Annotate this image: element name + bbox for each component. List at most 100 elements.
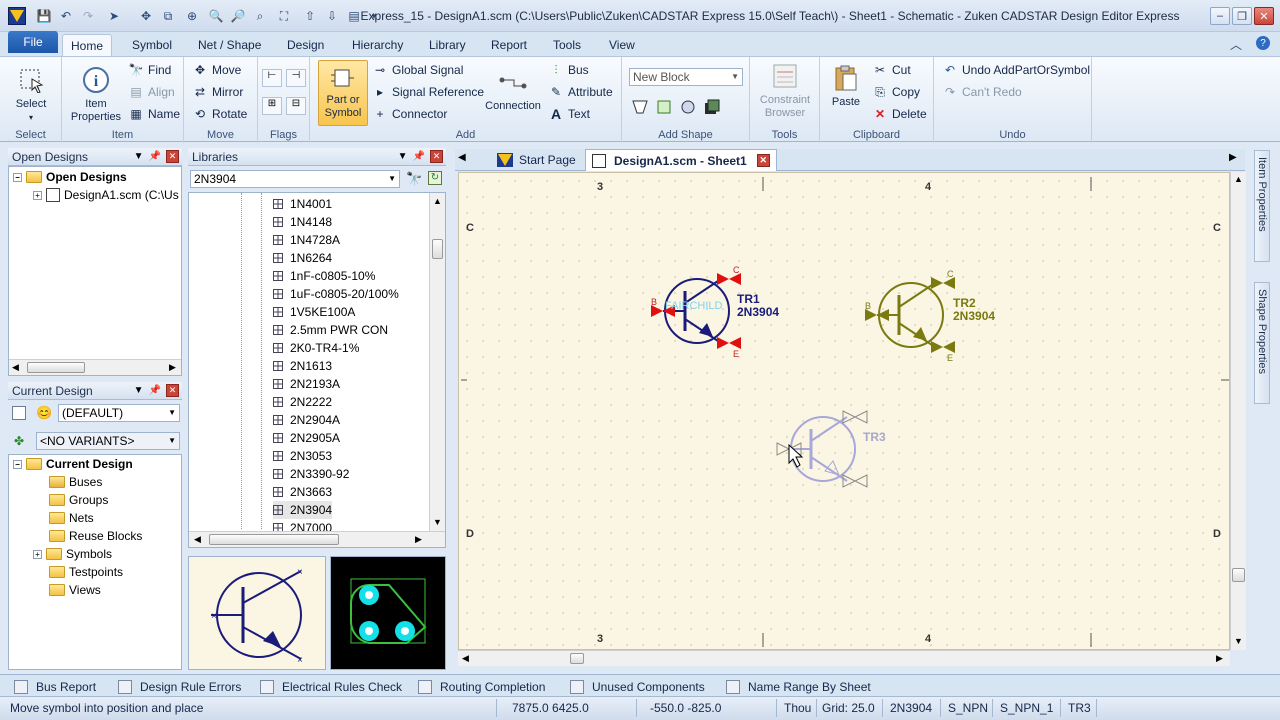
design-item[interactable]: + DesignA1.scm (C:\Us <box>33 186 179 204</box>
schematic-canvas[interactable]: 3 4 3 4 C C D D FAIRCHILD B C E TR1 2N39… <box>458 172 1230 650</box>
tree-item-groups[interactable]: Groups <box>49 491 108 509</box>
zoom-fit-icon[interactable]: ⛶ <box>276 8 292 24</box>
scroll-down-icon[interactable]: ▼ <box>1234 636 1243 646</box>
library-item[interactable]: 2N2904A <box>273 411 340 429</box>
zoom-in-icon[interactable]: 🔍 <box>208 8 224 24</box>
library-hscroll[interactable]: ◀ ▶ <box>189 531 445 547</box>
restore-button[interactable]: ❐ <box>1232 7 1252 25</box>
polygon-shape-icon[interactable] <box>630 97 650 117</box>
scroll-thumb[interactable] <box>432 239 443 259</box>
library-item[interactable]: 1N4001 <box>273 195 332 213</box>
smiley-icon[interactable]: 😊 <box>36 405 52 421</box>
panel-menu-icon[interactable]: ▼ <box>134 385 144 396</box>
library-vscroll[interactable]: ▲ ▼ <box>429 193 445 531</box>
undo-icon[interactable]: ↶ <box>58 8 74 24</box>
tab-start-page[interactable]: Start Page <box>491 149 582 171</box>
tab-name-range-by-sheet[interactable]: Name Range By Sheet <box>726 678 871 696</box>
tab-net-shape[interactable]: Net / Shape <box>190 34 269 56</box>
library-item[interactable]: 1uF-c0805-20/100% <box>273 285 399 303</box>
transistor-tr2[interactable]: B C E TR2 2N3904 <box>865 269 995 363</box>
tab-report[interactable]: Report <box>483 34 535 56</box>
tab-bus-report[interactable]: Bus Report <box>14 678 96 696</box>
scroll-up-icon[interactable]: ▲ <box>433 196 442 206</box>
expand-icon[interactable]: + <box>33 549 42 559</box>
move-button[interactable]: ✥ Move <box>192 61 241 79</box>
refresh-icon[interactable]: ↻ <box>428 171 442 185</box>
library-item[interactable]: 2K0-TR4-1% <box>273 339 359 357</box>
scroll-thumb[interactable] <box>1232 568 1245 582</box>
minimize-button[interactable]: – <box>1210 7 1230 25</box>
scroll-up-icon[interactable]: ▲ <box>1234 174 1243 184</box>
find-button[interactable]: 🔭 Find <box>128 61 172 79</box>
scroll-right-icon[interactable]: ▶ <box>415 534 422 545</box>
tree-item-nets[interactable]: Nets <box>49 509 94 527</box>
library-item[interactable]: 1N4148 <box>273 213 332 231</box>
collapse-ribbon-icon[interactable]: ︿ <box>1230 36 1242 53</box>
rectangle-shape-icon[interactable] <box>654 97 674 117</box>
global-signal-button[interactable]: ⊸ Global Signal <box>372 61 463 79</box>
file-tab[interactable]: File <box>8 31 58 53</box>
transistor-tr1[interactable]: FAIRCHILD B C E TR1 2N3904 <box>651 265 779 359</box>
tab-home[interactable]: Home <box>62 34 113 56</box>
text-button[interactable]: A Text <box>548 105 590 123</box>
tab-symbol[interactable]: Symbol <box>124 34 180 56</box>
close-tab-icon[interactable]: ✕ <box>756 154 770 167</box>
tab-scroll-left-icon[interactable]: ◀ <box>458 152 466 163</box>
panel-close-icon[interactable]: ✕ <box>166 150 179 163</box>
panel-menu-icon[interactable]: ▼ <box>398 151 408 162</box>
block-shape-icon[interactable] <box>702 97 722 117</box>
canvas-hscroll[interactable]: ◀ ▶ <box>458 650 1230 666</box>
scroll-left-icon[interactable]: ◀ <box>194 534 201 545</box>
tree-item-buses[interactable]: Buses <box>49 473 102 491</box>
rotate-button[interactable]: ⟲ Rotate <box>192 105 247 123</box>
panel-menu-icon[interactable]: ▼ <box>134 151 144 162</box>
pin-icon[interactable]: 📌 <box>413 151 425 162</box>
connection-button[interactable]: Connection <box>480 67 546 113</box>
variant-none-combo[interactable]: <NO VARIANTS> ▼ <box>36 432 180 450</box>
panel-close-icon[interactable]: ✕ <box>166 384 179 397</box>
connector-button[interactable]: + Connector <box>372 105 447 123</box>
panel-close-icon[interactable]: ✕ <box>430 150 443 163</box>
tab-sheet[interactable]: DesignA1.scm - Sheet1 ✕ <box>585 149 777 171</box>
tree-item-testpoints[interactable]: Testpoints <box>49 563 123 581</box>
scroll-left-icon[interactable]: ◀ <box>12 362 19 373</box>
signal-reference-button[interactable]: ▸ Signal Reference <box>372 83 484 101</box>
move-icon[interactable]: ✥ <box>138 8 154 24</box>
mirror-button[interactable]: ⇄ Mirror <box>192 83 243 101</box>
library-item[interactable]: 2N3053 <box>273 447 332 465</box>
select-button[interactable]: Select ▾ <box>8 65 54 124</box>
tab-routing-completion[interactable]: Routing Completion <box>418 678 545 696</box>
bus-button[interactable]: ⫶ Bus <box>548 61 588 79</box>
collapse-icon[interactable]: − <box>13 459 22 469</box>
zoom-out-icon[interactable]: 🔎 <box>230 8 246 24</box>
tab-design-rule-errors[interactable]: Design Rule Errors <box>118 678 241 696</box>
tab-scroll-right-icon[interactable]: ▶ <box>1229 152 1237 163</box>
attribute-button[interactable]: ✎ Attribute <box>548 83 613 101</box>
open-designs-root[interactable]: − Open Designs <box>13 168 127 186</box>
open-designs-hscroll[interactable]: ◀ ▶ <box>9 359 181 375</box>
variants-icon[interactable]: ✤ <box>14 434 24 448</box>
redo-button[interactable]: ↷ Can't Redo <box>942 83 1022 101</box>
library-item[interactable]: 1V5KE100A <box>273 303 355 321</box>
save-icon[interactable]: 💾 <box>36 8 52 24</box>
up-arrow-icon[interactable]: ⇧ <box>302 8 318 24</box>
library-item[interactable]: 2N2905A <box>273 429 340 447</box>
variant-default-combo[interactable]: (DEFAULT) ▼ <box>58 404 180 422</box>
mirror-icon[interactable]: ⧉ <box>160 8 176 24</box>
scroll-thumb[interactable] <box>570 653 584 664</box>
app-icon[interactable] <box>8 7 26 25</box>
tree-item-reuse-blocks[interactable]: Reuse Blocks <box>49 527 142 545</box>
name-button[interactable]: ▦ Name <box>128 105 180 123</box>
tab-tools[interactable]: Tools <box>545 34 589 56</box>
circle-shape-icon[interactable] <box>678 97 698 117</box>
select-arrow-icon[interactable]: ➤ <box>106 8 122 24</box>
library-item[interactable]: 1N4728A <box>273 231 340 249</box>
part-or-symbol-button[interactable]: Part or Symbol <box>318 60 368 126</box>
tab-library[interactable]: Library <box>421 34 474 56</box>
pin-icon[interactable]: 📌 <box>149 385 161 396</box>
undo-button[interactable]: ↶ Undo AddPartOrSymbol <box>942 61 1090 79</box>
library-item[interactable]: 2N3390-92 <box>273 465 349 483</box>
expand-icon[interactable]: + <box>33 190 42 200</box>
flag-right-icon[interactable]: ⊣ <box>286 69 306 87</box>
scroll-thumb[interactable] <box>209 534 339 545</box>
